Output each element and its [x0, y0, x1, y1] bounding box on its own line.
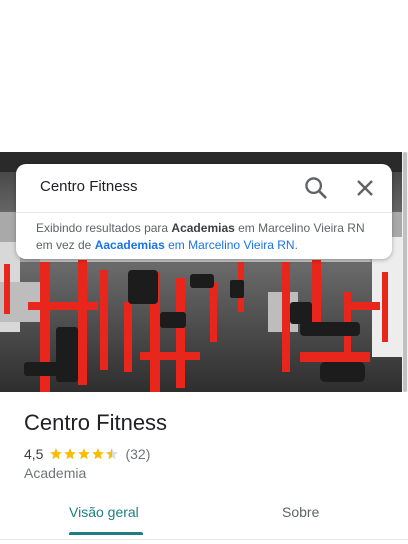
scrollbar-thumb[interactable] [403, 152, 407, 392]
original-query-link[interactable]: Aacademias em Marcelino Vieira RN [95, 238, 295, 252]
notice-prefix: Exibindo resultados para [36, 221, 172, 235]
original-suffix: em Marcelino Vieira RN [164, 238, 295, 252]
search-box[interactable]: Centro Fitness [16, 164, 392, 212]
active-tab-indicator [69, 532, 143, 535]
place-title: Centro Fitness [24, 410, 168, 435]
rating-value: 4,5 [24, 446, 44, 462]
search-divider [16, 212, 392, 213]
close-icon[interactable] [351, 174, 379, 202]
search-input[interactable]: Centro Fitness [40, 178, 138, 195]
rating-row[interactable]: 4,5 (32) [24, 445, 150, 463]
star-icon [64, 448, 77, 460]
search-correction-notice: Exibindo resultados para Academias em Ma… [36, 220, 381, 254]
tab-overview[interactable]: Visão geral [69, 504, 139, 520]
star-icon [78, 448, 91, 460]
photo-scrollbar[interactable] [402, 152, 408, 392]
star-rating [49, 447, 119, 461]
tabs-divider [0, 539, 408, 540]
star-icon [92, 448, 105, 460]
original-term: Aacademias [94, 238, 165, 252]
search-card: Centro Fitness Exibindo resultados para … [16, 164, 392, 259]
star-icon [50, 448, 63, 460]
blank-header-area [0, 0, 408, 152]
review-count[interactable]: (32) [125, 446, 150, 462]
search-icon[interactable] [302, 174, 330, 202]
place-category[interactable]: Academia [24, 465, 86, 481]
notice-end: . [294, 238, 298, 252]
place-tabs: Visão geral Sobre [0, 496, 408, 540]
tab-about[interactable]: Sobre [282, 504, 319, 520]
notice-result-term: Academias [171, 221, 235, 235]
star-half-icon [106, 448, 119, 460]
